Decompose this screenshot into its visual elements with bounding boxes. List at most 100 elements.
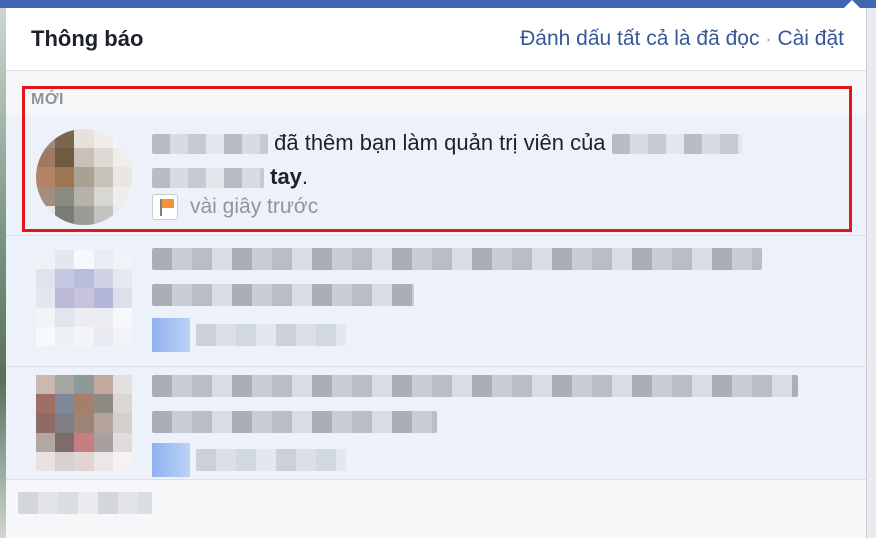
redacted-text-line — [152, 248, 762, 270]
notification-time: vài giây trước — [190, 195, 319, 218]
settings-link[interactable]: Cài đặt — [777, 27, 844, 51]
avatar-pixel — [55, 148, 75, 168]
avatar-pixel — [36, 167, 56, 187]
avatar-pixel — [55, 326, 75, 346]
avatar-pixel — [112, 148, 132, 168]
avatar-pixel — [93, 250, 113, 270]
avatar-pixel — [93, 451, 113, 471]
avatar-pixel — [93, 205, 113, 225]
avatar-pixel — [36, 413, 56, 433]
section-label: MỚI — [31, 91, 64, 108]
avatar-pixel — [36, 269, 56, 289]
avatar-pixel — [36, 326, 56, 346]
avatar-pixel — [112, 375, 132, 395]
avatar-pixel — [36, 432, 56, 452]
avatar-pixel — [93, 167, 113, 187]
avatar-pixel — [112, 129, 132, 149]
avatar-pixel — [93, 394, 113, 414]
avatar-pixel — [112, 186, 132, 206]
avatar-pixel — [112, 167, 132, 187]
avatar-pixel — [93, 413, 113, 433]
avatar-pixel — [93, 288, 113, 308]
notification-meta: vài giây trước — [152, 194, 318, 220]
avatar-pixel — [74, 307, 94, 327]
avatar-pixel — [55, 413, 75, 433]
avatar-pixel — [55, 250, 75, 270]
avatar[interactable] — [36, 375, 132, 471]
avatar-pixel — [55, 451, 75, 471]
notification-text: đã thêm bạn làm quản trị viên của tay. — [152, 126, 806, 194]
avatar-pixel — [112, 451, 132, 471]
avatar-pixel — [74, 148, 94, 168]
avatar-pixel — [55, 432, 75, 452]
avatar-pixel — [112, 394, 132, 414]
page-flag-icon — [152, 194, 178, 220]
avatar-pixel — [74, 205, 94, 225]
avatar-pixel — [36, 205, 56, 225]
avatar-pixel — [55, 394, 75, 414]
avatar-pixel — [55, 288, 75, 308]
avatar-pixel — [55, 186, 75, 206]
notification-action-text: đã thêm bạn làm quản trị viên của — [274, 130, 606, 155]
avatar-pixel — [112, 250, 132, 270]
redacted-text-line — [196, 324, 346, 346]
redacted-text-line — [152, 411, 437, 433]
mark-all-read-link[interactable]: Đánh dấu tất cả là đã đọc — [520, 27, 759, 51]
avatar-pixel — [112, 205, 132, 225]
redacted-text-line — [152, 375, 798, 397]
avatar-pixel — [36, 288, 56, 308]
notification-end-text: tay — [270, 164, 302, 189]
redacted-text-line — [18, 492, 152, 514]
avatar-pixel — [93, 326, 113, 346]
avatar-pixel — [74, 186, 94, 206]
notification-item[interactable] — [6, 236, 866, 367]
notification-item[interactable] — [6, 367, 866, 480]
avatar-pixel — [36, 148, 56, 168]
separator-dot: · — [765, 28, 772, 49]
avatar-pixel — [55, 307, 75, 327]
avatar-pixel — [36, 451, 56, 471]
avatar-pixel — [74, 167, 94, 187]
avatar-pixel — [36, 375, 56, 395]
avatar-pixel — [55, 375, 75, 395]
top-bar-strip — [0, 0, 876, 8]
avatar-pixel — [93, 375, 113, 395]
avatar-pixel — [36, 129, 56, 149]
avatar-pixel — [55, 167, 75, 187]
avatar-pixel — [55, 129, 75, 149]
avatar-pixel — [93, 432, 113, 452]
avatar-pixel — [74, 288, 94, 308]
avatar-pixel — [112, 307, 132, 327]
avatar-pixel — [93, 148, 113, 168]
avatar-pixel — [74, 394, 94, 414]
avatar-pixel — [74, 129, 94, 149]
redacted-icon — [152, 443, 190, 477]
avatar-pixel — [112, 269, 132, 289]
avatar-pixel — [36, 186, 56, 206]
avatar-pixel — [112, 288, 132, 308]
notification-item[interactable]: đã thêm bạn làm quản trị viên của tay. v… — [6, 115, 866, 236]
avatar-pixel — [112, 432, 132, 452]
avatar-pixel — [55, 205, 75, 225]
avatar-pixel — [93, 269, 113, 289]
redacted-text-line — [152, 284, 414, 306]
redacted-icon — [152, 318, 190, 352]
avatar-pixel — [74, 451, 94, 471]
avatar-pixel — [93, 186, 113, 206]
notification-period: . — [301, 164, 309, 189]
avatar-pixel — [112, 326, 132, 346]
avatar[interactable] — [36, 250, 132, 346]
avatar-pixel — [74, 375, 94, 395]
header-actions: Đánh dấu tất cả là đã đọc · Cài đặt — [520, 27, 844, 51]
notification-item[interactable] — [6, 480, 866, 538]
avatar-pixel — [74, 432, 94, 452]
redacted-text-line — [196, 449, 346, 471]
section-header-new: MỚI — [6, 71, 866, 115]
avatar-pixel — [74, 269, 94, 289]
avatar-pixel — [36, 250, 56, 270]
avatar[interactable] — [36, 129, 132, 225]
avatar-pixel — [74, 326, 94, 346]
avatar-pixel — [93, 129, 113, 149]
redacted-name — [152, 134, 268, 155]
avatar-pixel — [55, 269, 75, 289]
